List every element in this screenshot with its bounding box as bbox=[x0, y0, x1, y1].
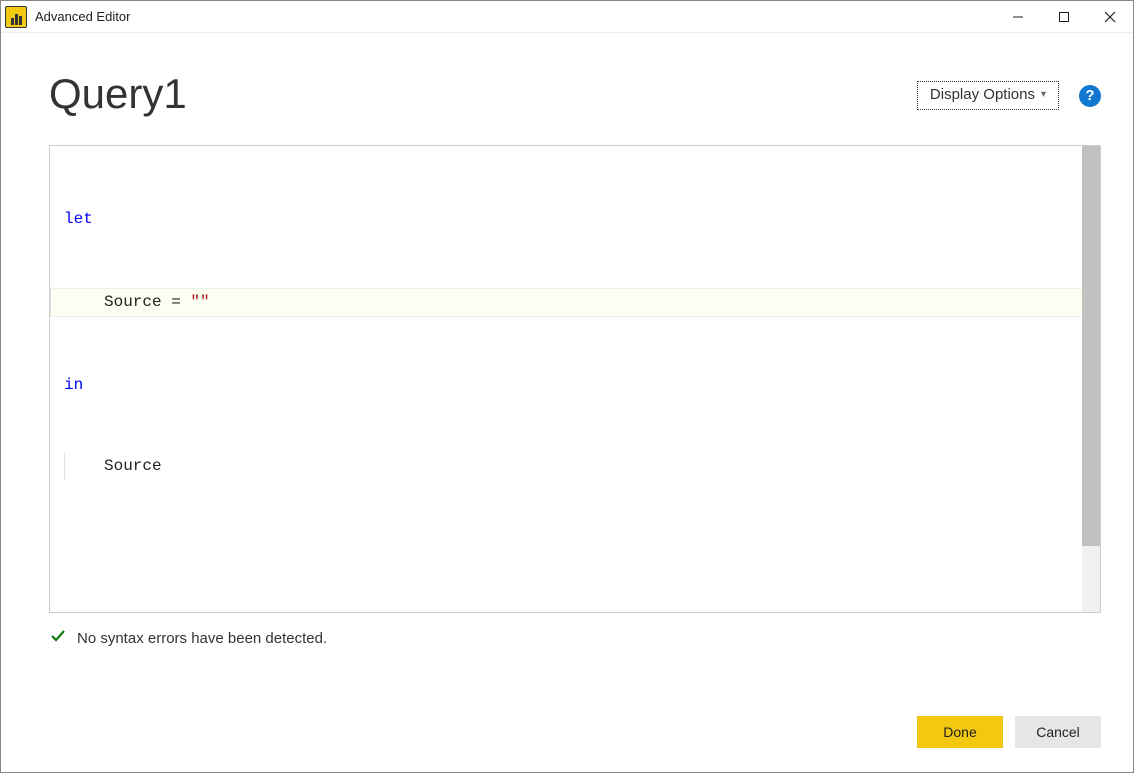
app-icon bbox=[5, 6, 27, 28]
advanced-editor-window: Advanced Editor Query1 Display Options ▾… bbox=[0, 0, 1134, 773]
minimize-button[interactable] bbox=[995, 1, 1041, 33]
maximize-button[interactable] bbox=[1041, 1, 1087, 33]
header-row: Query1 Display Options ▾ ? bbox=[49, 73, 1101, 115]
status-row: No syntax errors have been detected. bbox=[49, 627, 1101, 650]
code-keyword-in: in bbox=[64, 376, 83, 394]
scrollbar-thumb[interactable] bbox=[1082, 146, 1100, 546]
syntax-status-text: No syntax errors have been detected. bbox=[77, 630, 327, 647]
code-editor[interactable]: let Source = "" in Source bbox=[49, 145, 1101, 613]
footer-buttons: Done Cancel bbox=[49, 696, 1101, 748]
display-options-dropdown[interactable]: Display Options ▾ bbox=[917, 81, 1059, 110]
code-content[interactable]: let Source = "" in Source bbox=[50, 146, 1082, 612]
close-icon bbox=[1104, 11, 1116, 23]
vertical-scrollbar[interactable] bbox=[1082, 146, 1100, 612]
help-icon[interactable]: ? bbox=[1079, 85, 1101, 107]
cancel-button[interactable]: Cancel bbox=[1015, 716, 1101, 748]
titlebar: Advanced Editor bbox=[1, 1, 1133, 33]
done-button[interactable]: Done bbox=[917, 716, 1003, 748]
window-title: Advanced Editor bbox=[35, 9, 130, 24]
checkmark-icon bbox=[49, 627, 67, 650]
code-line2-string: "" bbox=[190, 293, 209, 311]
code-line4: Source bbox=[64, 453, 162, 480]
query-name-title: Query1 bbox=[49, 73, 187, 115]
content-area: Query1 Display Options ▾ ? let Source = … bbox=[1, 33, 1133, 772]
code-line2-prefix: Source = bbox=[104, 293, 190, 311]
minimize-icon bbox=[1012, 11, 1024, 23]
display-options-label: Display Options bbox=[930, 86, 1035, 103]
close-button[interactable] bbox=[1087, 1, 1133, 33]
code-keyword-let: let bbox=[64, 210, 93, 228]
chevron-down-icon: ▾ bbox=[1041, 89, 1046, 100]
header-controls: Display Options ▾ ? bbox=[917, 81, 1101, 110]
maximize-icon bbox=[1058, 11, 1070, 23]
